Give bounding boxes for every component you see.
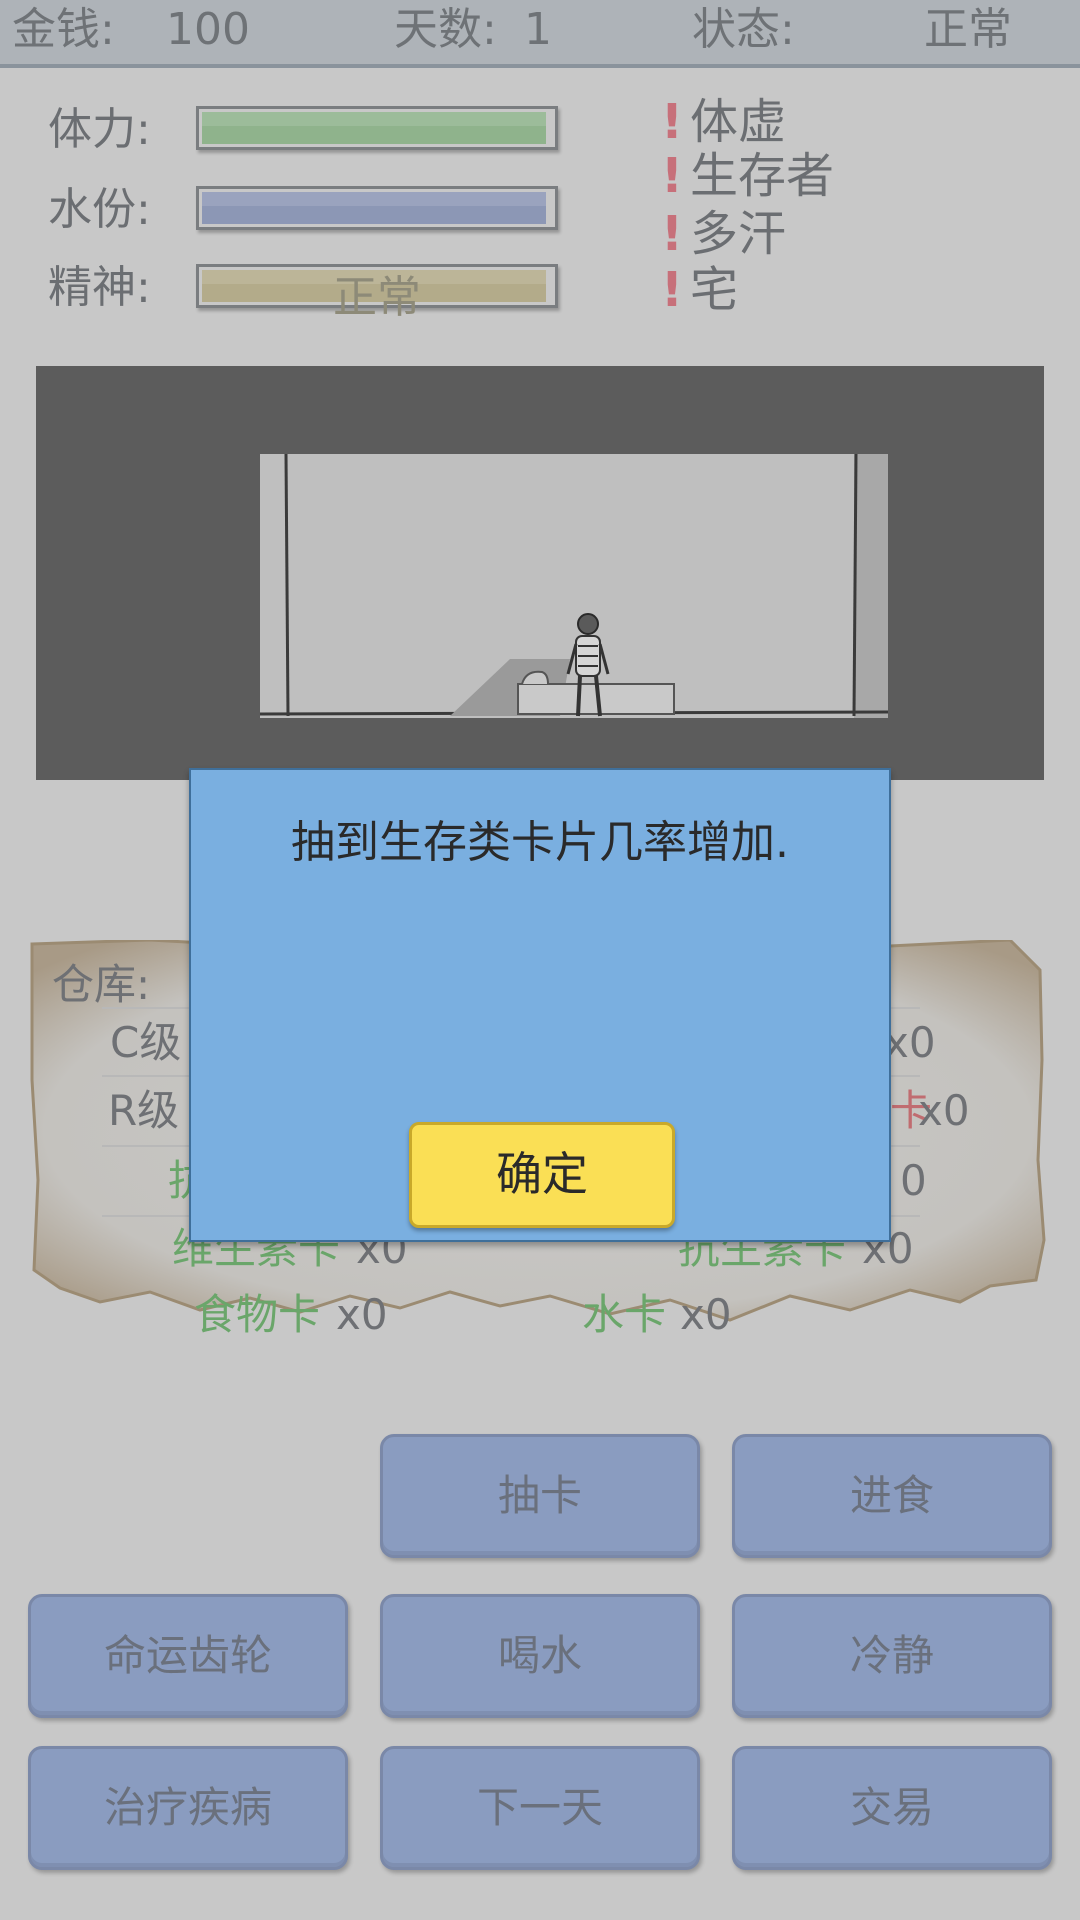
game-screen: 金钱: 100 天数: 1 状态: 正常 体力: 水份: 精神: 正常 ! 体虚 … bbox=[0, 0, 1080, 1920]
confirm-button[interactable]: 确定 bbox=[409, 1122, 675, 1228]
message-dialog: 抽到生存类卡片几率增加. 确定 bbox=[189, 768, 891, 1242]
dialog-message: 抽到生存类卡片几率增加. bbox=[291, 817, 789, 868]
